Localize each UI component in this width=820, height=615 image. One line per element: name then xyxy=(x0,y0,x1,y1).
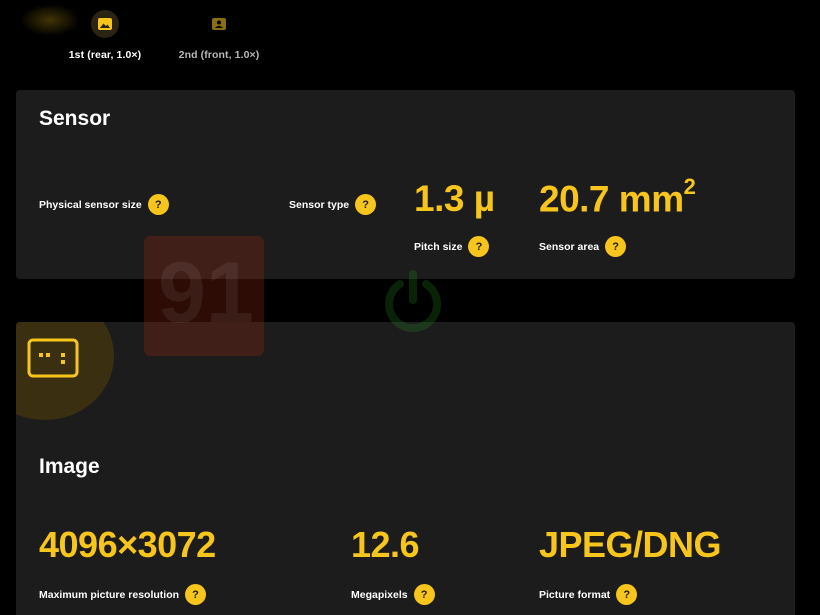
camera-front-icon xyxy=(205,10,233,38)
sensor-card: Sensor Physical sensor size ? Sensor typ… xyxy=(16,90,795,279)
help-icon[interactable]: ? xyxy=(468,236,490,257)
resolution-label: Maximum picture resolution xyxy=(39,588,180,601)
megapixels: Megapixels ? xyxy=(351,584,435,605)
sensor-title: Sensor xyxy=(39,107,111,130)
tab-label: 1st (rear, 1.0×) xyxy=(68,49,142,61)
tab-front-camera[interactable]: 2nd (front, 1.0×) xyxy=(172,10,266,61)
physical-sensor-size: Physical sensor size ? xyxy=(39,194,169,215)
physical-sensor-size-label: Physical sensor size xyxy=(39,198,142,211)
picture-format-label: Picture format xyxy=(539,588,611,601)
max-picture-resolution: Maximum picture resolution ? xyxy=(39,584,207,605)
camera-specs-page: 1st (rear, 1.0×) 2nd (front, 1.0×) Senso… xyxy=(0,0,820,615)
camera-selector: 1st (rear, 1.0×) 2nd (front, 1.0×) xyxy=(0,0,820,78)
pitch-size-value: 1.3 µ xyxy=(414,178,495,219)
image-card: Image 4096×3072 Maximum picture resoluti… xyxy=(16,322,795,615)
camera-rear-icon xyxy=(91,10,119,38)
tab-rear-camera[interactable]: 1st (rear, 1.0×) xyxy=(62,10,148,61)
picture-format: Picture format ? xyxy=(539,584,638,605)
help-icon[interactable]: ? xyxy=(605,236,627,257)
help-icon[interactable]: ? xyxy=(147,194,169,215)
sensor-area-unit-exponent: 2 xyxy=(683,174,696,199)
pitch-size-label: Pitch size xyxy=(414,240,463,253)
sensor-area-value: 20.7 mm2 xyxy=(539,174,696,220)
resolution-value: 4096×3072 xyxy=(39,524,216,565)
image-resolution-icon xyxy=(27,338,79,383)
megapixels-label: Megapixels xyxy=(351,588,408,601)
sensor-area: Sensor area ? xyxy=(539,236,627,257)
help-icon[interactable]: ? xyxy=(413,584,435,605)
sensor-area-number: 20.7 mm xyxy=(539,178,684,220)
pitch-size: Pitch size ? xyxy=(414,236,490,257)
megapixels-value: 12.6 xyxy=(351,524,420,565)
tab-label: 2nd (front, 1.0×) xyxy=(178,49,260,61)
help-icon[interactable]: ? xyxy=(616,584,638,605)
sensor-area-label: Sensor area xyxy=(539,240,600,253)
image-title: Image xyxy=(39,455,100,478)
help-icon[interactable]: ? xyxy=(185,584,207,605)
picture-format-value: JPEG/DNG xyxy=(539,524,722,565)
help-icon[interactable]: ? xyxy=(355,194,377,215)
sensor-type-label: Sensor type xyxy=(289,198,350,211)
sensor-type: Sensor type ? xyxy=(289,194,377,215)
